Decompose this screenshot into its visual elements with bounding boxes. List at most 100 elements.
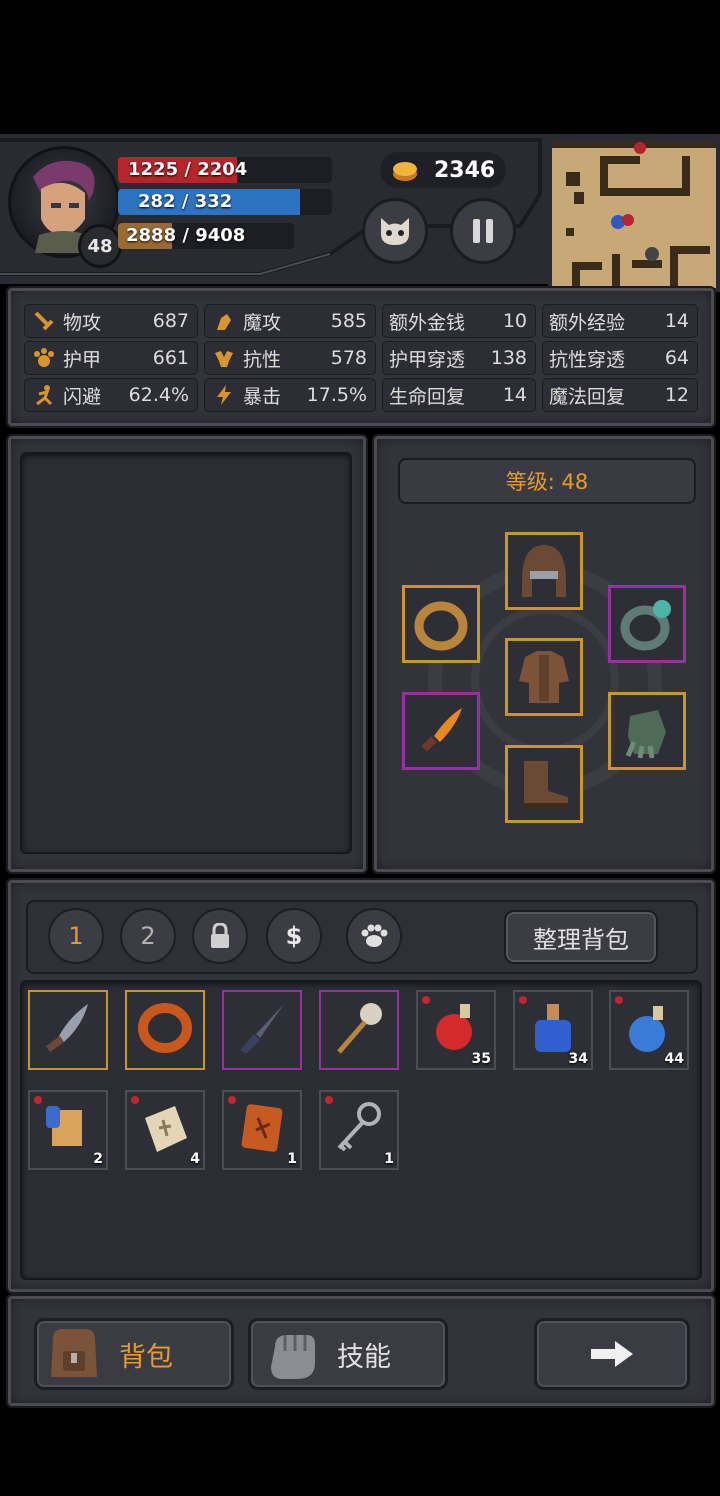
muscle-icon — [211, 345, 237, 371]
next-arrow-button[interactable] — [534, 1318, 690, 1390]
gloves-slot[interactable] — [608, 692, 686, 770]
item-count: 35 — [471, 1051, 491, 1067]
player-level-badge: 48 — [78, 224, 122, 268]
paw-icon — [361, 924, 388, 947]
stat-label: 生命回复 — [389, 385, 466, 408]
boots-slot[interactable] — [505, 745, 583, 823]
curved-dagger-icon — [38, 998, 98, 1062]
pet-button[interactable] — [362, 198, 428, 264]
pause-icon — [473, 219, 493, 243]
ring-slot-left[interactable] — [402, 585, 480, 663]
boots-icon — [524, 761, 568, 809]
helmet-slot[interactable] — [505, 532, 583, 610]
cat-face-icon — [381, 218, 409, 245]
weapon-slot[interactable] — [402, 692, 480, 770]
bag-tab-pet[interactable] — [346, 908, 402, 964]
bag-item-red-potion[interactable]: 35 — [416, 990, 496, 1070]
item-count: 4 — [190, 1151, 200, 1167]
item-count: 1 — [287, 1151, 297, 1167]
stat-value: 17.5% — [306, 384, 367, 406]
stat-value: 585 — [330, 310, 367, 332]
stat-value: 12 — [664, 384, 689, 406]
skills-nav-label: 技能 — [337, 1341, 391, 1373]
item-count: 2 — [93, 1151, 103, 1167]
stat-label: 额外金钱 — [389, 311, 466, 334]
new-item-dot — [615, 996, 623, 1004]
armor-slot[interactable] — [505, 638, 583, 716]
bag-item-blue-potion-square[interactable]: 34 — [513, 990, 593, 1070]
bag-nav-button[interactable]: 背包 — [34, 1318, 234, 1390]
stat-value: 661 — [152, 347, 189, 369]
bag-tab-2[interactable]: 2 — [120, 908, 176, 964]
stat-label: 魔攻 — [243, 311, 282, 334]
dark-dagger-icon — [232, 998, 292, 1062]
gold-counter: 2346 — [380, 152, 506, 188]
item-count: 1 — [384, 1151, 394, 1167]
bag-tab-1[interactable]: 1 — [48, 908, 104, 964]
bag-item-blue-potion-round[interactable]: 44 — [609, 990, 689, 1070]
dollar-icon: $ — [285, 922, 303, 950]
stat-6: 抗性 578 — [204, 341, 376, 375]
mp-text: 282 / 332 — [138, 191, 233, 212]
stat-7: 护甲穿透 138 — [382, 341, 536, 375]
new-item-dot — [325, 1096, 333, 1104]
lock-icon — [211, 923, 229, 948]
bag-item-key[interactable]: 1 — [319, 1090, 399, 1170]
pause-button[interactable] — [450, 198, 516, 264]
equipment-level-label: 等级: 48 — [398, 458, 696, 504]
stat-value: 687 — [152, 310, 189, 332]
xp-text: 2888 / 9408 — [126, 225, 246, 246]
bag-item-skull-staff[interactable] — [319, 990, 399, 1070]
skills-nav-button[interactable]: 技能 — [248, 1318, 448, 1390]
stat-12: 魔法回复 12 — [542, 378, 698, 412]
character-preview-area — [20, 452, 352, 854]
fire-ring-icon — [135, 998, 195, 1062]
helmet-icon — [522, 545, 566, 597]
stat-1: 物攻 687 — [24, 304, 198, 338]
stat-value: 10 — [502, 310, 527, 332]
xp-bar: 2888 / 9408 — [118, 223, 294, 249]
fist-icon — [271, 1335, 315, 1379]
stat-9: 闪避 62.4% — [24, 378, 198, 412]
stat-value: 62.4% — [128, 384, 189, 406]
mp-bar: 282 / 332 — [118, 189, 332, 215]
bronze-ring-icon — [414, 601, 468, 651]
stat-label: 魔法回复 — [549, 385, 626, 408]
hp-bar: 1225 / 2204 — [118, 157, 332, 183]
stat-value: 14 — [664, 310, 689, 332]
item-count: 34 — [568, 1051, 588, 1067]
stat-5: 护甲 661 — [24, 341, 198, 375]
rune-tablet-icon — [232, 1098, 292, 1162]
bag-item-scroll[interactable]: 2 — [28, 1090, 108, 1170]
stat-label: 抗性 — [243, 348, 282, 371]
key-icon — [329, 1098, 389, 1162]
new-item-dot — [131, 1096, 139, 1104]
bag-item-dark-dagger[interactable] — [222, 990, 302, 1070]
stat-label: 额外经验 — [549, 311, 626, 334]
ring-slot-right[interactable] — [608, 585, 686, 663]
paw-armor-icon — [31, 345, 57, 371]
bag-tab-locked[interactable] — [192, 908, 248, 964]
bag-item-curved-dagger[interactable] — [28, 990, 108, 1070]
stat-label: 护甲穿透 — [389, 348, 466, 371]
gold-coin-icon — [393, 162, 417, 181]
stat-2: 魔攻 585 — [204, 304, 376, 338]
minimap[interactable] — [548, 138, 720, 292]
skull-staff-icon — [329, 998, 389, 1062]
flame-dagger-icon — [421, 708, 462, 752]
gloves-icon — [625, 710, 666, 759]
bag-item-rune-tablet[interactable]: 1 — [222, 1090, 302, 1170]
bag-nav-label: 背包 — [119, 1341, 173, 1373]
stat-10: 暴击 17.5% — [204, 378, 376, 412]
new-item-dot — [34, 1096, 42, 1104]
stat-11: 生命回复 14 — [382, 378, 536, 412]
sort-bag-button[interactable]: 整理背包 — [504, 910, 658, 964]
stat-label: 暴击 — [243, 385, 282, 408]
bag-tab-sell[interactable]: $ — [266, 908, 322, 964]
magic-hand-icon — [211, 308, 237, 334]
bag-item-rune-stone[interactable]: 4 — [125, 1090, 205, 1170]
bag-item-fire-ring[interactable] — [125, 990, 205, 1070]
lightning-icon — [211, 382, 237, 408]
arrow-right-icon — [591, 1341, 633, 1367]
leather-armor-icon — [519, 651, 569, 703]
